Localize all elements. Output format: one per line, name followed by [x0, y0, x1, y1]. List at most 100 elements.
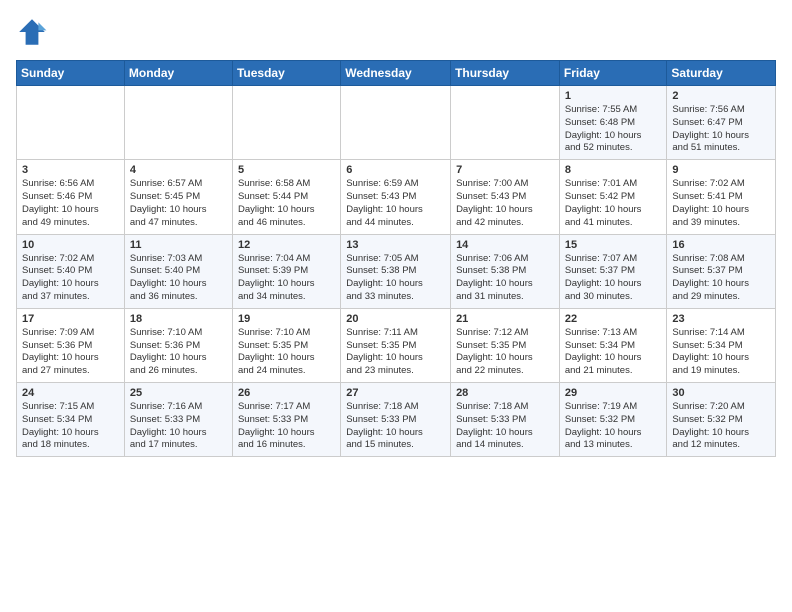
calendar-cell: 15Sunrise: 7:07 AM Sunset: 5:37 PM Dayli… — [559, 234, 667, 308]
day-info: Sunrise: 7:18 AM Sunset: 5:33 PM Dayligh… — [456, 401, 554, 452]
weekday-header-wednesday: Wednesday — [341, 61, 451, 86]
day-info: Sunrise: 7:05 AM Sunset: 5:38 PM Dayligh… — [346, 253, 445, 304]
calendar-cell: 2 Sunrise: 7:56 AM Sunset: 6:47 PM Daylig… — [667, 86, 776, 160]
calendar-cell: 17 Sunrise: 7:09 AM Sunset: 5:36 PM Dayli… — [17, 308, 125, 382]
day-info: Sunrise: 7:10 AM Sunset: 5:36 PM Dayligh… — [130, 327, 227, 378]
day-number: 24 — [22, 387, 119, 399]
day-info: Sunrise: 7:09 AM Sunset: 5:36 PM Dayligh… — [22, 327, 119, 378]
day-info: Sunrise: 7:56 AM Sunset: 6:47 PM Dayligh… — [672, 104, 770, 155]
day-info: Sunrise: 7:12 AM Sunset: 5:35 PM Dayligh… — [456, 327, 554, 378]
day-info: Sunrise: 7:03 AM Sunset: 5:40 PM Dayligh… — [130, 253, 227, 304]
day-number: 22 — [565, 313, 662, 325]
day-number: 21 — [456, 313, 554, 325]
calendar-cell — [17, 86, 125, 160]
day-number: 25 — [130, 387, 227, 399]
logo — [16, 16, 52, 48]
calendar-cell — [341, 86, 451, 160]
calendar-cell: 12 Sunrise: 7:04 AM Sunset: 5:39 PM Dayli… — [232, 234, 340, 308]
day-number: 12 — [238, 239, 335, 251]
calendar-cell — [451, 86, 560, 160]
weekday-header-thursday: Thursday — [451, 61, 560, 86]
day-number: 9 — [672, 164, 770, 176]
calendar-week-1: 1 Sunrise: 7:55 AM Sunset: 6:48 PM Daylig… — [17, 86, 776, 160]
day-number: 16 — [672, 239, 770, 251]
calendar-cell: 13 Sunrise: 7:05 AM Sunset: 5:38 PM Dayli… — [341, 234, 451, 308]
calendar-cell: 22 Sunrise: 7:13 AM Sunset: 5:34 PM Dayli… — [559, 308, 667, 382]
weekday-header-tuesday: Tuesday — [232, 61, 340, 86]
day-info: Sunrise: 7:16 AM Sunset: 5:33 PM Dayligh… — [130, 401, 227, 452]
calendar-cell: 20 Sunrise: 7:11 AM Sunset: 5:35 PM Dayli… — [341, 308, 451, 382]
calendar-cell: 1 Sunrise: 7:55 AM Sunset: 6:48 PM Daylig… — [559, 86, 667, 160]
weekday-header-friday: Friday — [559, 61, 667, 86]
weekday-header-monday: Monday — [124, 61, 232, 86]
weekday-header-sunday: Sunday — [17, 61, 125, 86]
calendar-cell: 30Sunrise: 7:20 AM Sunset: 5:32 PM Dayli… — [667, 383, 776, 457]
day-number: 17 — [22, 313, 119, 325]
day-number: 28 — [456, 387, 554, 399]
day-number: 20 — [346, 313, 445, 325]
day-number: 13 — [346, 239, 445, 251]
day-info: Sunrise: 7:14 AM Sunset: 5:34 PM Dayligh… — [672, 327, 770, 378]
calendar-cell: 21 Sunrise: 7:12 AM Sunset: 5:35 PM Dayli… — [451, 308, 560, 382]
calendar-cell: 23 Sunrise: 7:14 AM Sunset: 5:34 PM Dayli… — [667, 308, 776, 382]
calendar-cell — [124, 86, 232, 160]
day-number: 5 — [238, 164, 335, 176]
day-info: Sunrise: 7:04 AM Sunset: 5:39 PM Dayligh… — [238, 253, 335, 304]
calendar-week-5: 24 Sunrise: 7:15 AM Sunset: 5:34 PM Dayli… — [17, 383, 776, 457]
day-info: Sunrise: 7:10 AM Sunset: 5:35 PM Dayligh… — [238, 327, 335, 378]
day-number: 14 — [456, 239, 554, 251]
day-info: Sunrise: 7:55 AM Sunset: 6:48 PM Dayligh… — [565, 104, 662, 155]
logo-icon — [16, 16, 48, 48]
day-info: Sunrise: 7:15 AM Sunset: 5:34 PM Dayligh… — [22, 401, 119, 452]
day-number: 1 — [565, 90, 662, 102]
calendar-cell: 10 Sunrise: 7:02 AM Sunset: 5:40 PM Dayli… — [17, 234, 125, 308]
calendar-cell: 27Sunrise: 7:18 AM Sunset: 5:33 PM Dayli… — [341, 383, 451, 457]
day-info: Sunrise: 7:13 AM Sunset: 5:34 PM Dayligh… — [565, 327, 662, 378]
day-number: 29 — [565, 387, 662, 399]
day-number: 19 — [238, 313, 335, 325]
weekday-header-row: SundayMondayTuesdayWednesdayThursdayFrid… — [17, 61, 776, 86]
day-number: 3 — [22, 164, 119, 176]
day-info: Sunrise: 6:57 AM Sunset: 5:45 PM Dayligh… — [130, 178, 227, 229]
day-info: Sunrise: 7:07 AM Sunset: 5:37 PM Dayligh… — [565, 253, 662, 304]
calendar-cell — [232, 86, 340, 160]
day-number: 27 — [346, 387, 445, 399]
day-info: Sunrise: 7:06 AM Sunset: 5:38 PM Dayligh… — [456, 253, 554, 304]
day-number: 10 — [22, 239, 119, 251]
calendar-cell: 25 Sunrise: 7:16 AM Sunset: 5:33 PM Dayli… — [124, 383, 232, 457]
day-number: 11 — [130, 239, 227, 251]
page-header — [16, 16, 776, 48]
day-info: Sunrise: 7:11 AM Sunset: 5:35 PM Dayligh… — [346, 327, 445, 378]
day-number: 2 — [672, 90, 770, 102]
day-number: 26 — [238, 387, 335, 399]
calendar-cell: 6 Sunrise: 6:59 AM Sunset: 5:43 PM Daylig… — [341, 160, 451, 234]
day-number: 4 — [130, 164, 227, 176]
day-number: 18 — [130, 313, 227, 325]
day-number: 7 — [456, 164, 554, 176]
calendar-cell: 19 Sunrise: 7:10 AM Sunset: 5:35 PM Dayli… — [232, 308, 340, 382]
calendar-cell: 9Sunrise: 7:02 AM Sunset: 5:41 PM Daylig… — [667, 160, 776, 234]
day-info: Sunrise: 7:00 AM Sunset: 5:43 PM Dayligh… — [456, 178, 554, 229]
calendar-cell: 4 Sunrise: 6:57 AM Sunset: 5:45 PM Daylig… — [124, 160, 232, 234]
calendar-cell: 18 Sunrise: 7:10 AM Sunset: 5:36 PM Dayli… — [124, 308, 232, 382]
calendar-cell: 29 Sunrise: 7:19 AM Sunset: 5:32 PM Dayli… — [559, 383, 667, 457]
day-number: 8 — [565, 164, 662, 176]
day-info: Sunrise: 6:58 AM Sunset: 5:44 PM Dayligh… — [238, 178, 335, 229]
day-info: Sunrise: 6:56 AM Sunset: 5:46 PM Dayligh… — [22, 178, 119, 229]
day-info: Sunrise: 7:20 AM Sunset: 5:32 PM Dayligh… — [672, 401, 770, 452]
calendar-cell: 3 Sunrise: 6:56 AM Sunset: 5:46 PM Daylig… — [17, 160, 125, 234]
day-number: 23 — [672, 313, 770, 325]
calendar-week-2: 3 Sunrise: 6:56 AM Sunset: 5:46 PM Daylig… — [17, 160, 776, 234]
day-number: 6 — [346, 164, 445, 176]
day-info: Sunrise: 7:01 AM Sunset: 5:42 PM Dayligh… — [565, 178, 662, 229]
day-info: Sunrise: 7:02 AM Sunset: 5:40 PM Dayligh… — [22, 253, 119, 304]
day-info: Sunrise: 7:19 AM Sunset: 5:32 PM Dayligh… — [565, 401, 662, 452]
calendar-cell: 14 Sunrise: 7:06 AM Sunset: 5:38 PM Dayli… — [451, 234, 560, 308]
calendar-cell: 5 Sunrise: 6:58 AM Sunset: 5:44 PM Daylig… — [232, 160, 340, 234]
day-info: Sunrise: 6:59 AM Sunset: 5:43 PM Dayligh… — [346, 178, 445, 229]
calendar-cell: 28 Sunrise: 7:18 AM Sunset: 5:33 PM Dayli… — [451, 383, 560, 457]
calendar-week-3: 10 Sunrise: 7:02 AM Sunset: 5:40 PM Dayli… — [17, 234, 776, 308]
calendar-cell: 8 Sunrise: 7:01 AM Sunset: 5:42 PM Daylig… — [559, 160, 667, 234]
calendar-cell: 24 Sunrise: 7:15 AM Sunset: 5:34 PM Dayli… — [17, 383, 125, 457]
calendar-cell: 11 Sunrise: 7:03 AM Sunset: 5:40 PM Dayli… — [124, 234, 232, 308]
